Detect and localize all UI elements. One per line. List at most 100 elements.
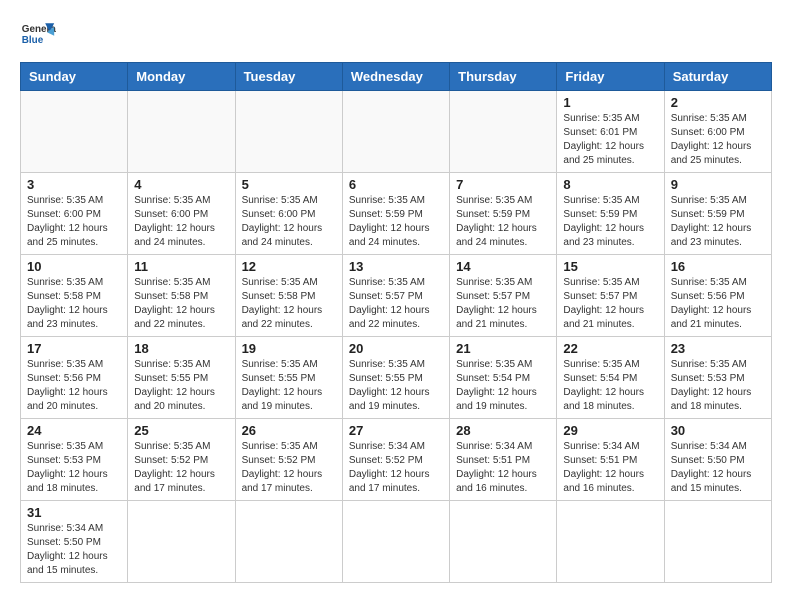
day-number: 15 bbox=[563, 259, 657, 274]
day-number: 31 bbox=[27, 505, 121, 520]
day-number: 20 bbox=[349, 341, 443, 356]
day-info: Sunrise: 5:35 AM Sunset: 6:00 PM Dayligh… bbox=[27, 194, 121, 250]
day-number: 6 bbox=[349, 177, 443, 192]
calendar-cell: 16 Sunrise: 5:35 AM Sunset: 5:56 PM Dayli… bbox=[664, 255, 771, 337]
page-header: General Blue bbox=[20, 16, 772, 52]
day-info: Sunrise: 5:34 AM Sunset: 5:51 PM Dayligh… bbox=[563, 440, 657, 496]
calendar-cell: 20 Sunrise: 5:35 AM Sunset: 5:55 PM Dayli… bbox=[342, 337, 449, 419]
day-number: 27 bbox=[349, 423, 443, 438]
day-number: 26 bbox=[242, 423, 336, 438]
calendar-cell: 23 Sunrise: 5:35 AM Sunset: 5:53 PM Dayli… bbox=[664, 337, 771, 419]
day-number: 21 bbox=[456, 341, 550, 356]
calendar-cell bbox=[557, 501, 664, 583]
day-info: Sunrise: 5:34 AM Sunset: 5:50 PM Dayligh… bbox=[27, 522, 121, 578]
day-info: Sunrise: 5:35 AM Sunset: 5:52 PM Dayligh… bbox=[134, 440, 228, 496]
day-number: 14 bbox=[456, 259, 550, 274]
day-number: 8 bbox=[563, 177, 657, 192]
calendar-cell: 9Sunrise: 5:35 AM Sunset: 5:59 PM Daylig… bbox=[664, 173, 771, 255]
day-info: Sunrise: 5:35 AM Sunset: 5:55 PM Dayligh… bbox=[349, 358, 443, 414]
calendar-week-row: 24Sunrise: 5:35 AM Sunset: 5:53 PM Dayli… bbox=[21, 419, 772, 501]
day-number: 18 bbox=[134, 341, 228, 356]
day-number: 3 bbox=[27, 177, 121, 192]
day-info: Sunrise: 5:35 AM Sunset: 5:53 PM Dayligh… bbox=[27, 440, 121, 496]
day-info: Sunrise: 5:35 AM Sunset: 5:56 PM Dayligh… bbox=[671, 276, 765, 332]
day-number: 5 bbox=[242, 177, 336, 192]
calendar-cell: 1 Sunrise: 5:35 AM Sunset: 6:01 PM Daylig… bbox=[557, 91, 664, 173]
calendar-cell bbox=[450, 91, 557, 173]
calendar-cell: 28 Sunrise: 5:34 AM Sunset: 5:51 PM Dayli… bbox=[450, 419, 557, 501]
day-info: Sunrise: 5:35 AM Sunset: 5:59 PM Dayligh… bbox=[563, 194, 657, 250]
day-number: 4 bbox=[134, 177, 228, 192]
day-info: Sunrise: 5:35 AM Sunset: 5:58 PM Dayligh… bbox=[242, 276, 336, 332]
calendar-cell: 17Sunrise: 5:35 AM Sunset: 5:56 PM Dayli… bbox=[21, 337, 128, 419]
day-info: Sunrise: 5:35 AM Sunset: 5:57 PM Dayligh… bbox=[563, 276, 657, 332]
calendar-cell bbox=[450, 501, 557, 583]
col-header-saturday: Saturday bbox=[664, 63, 771, 91]
day-number: 25 bbox=[134, 423, 228, 438]
day-info: Sunrise: 5:35 AM Sunset: 5:55 PM Dayligh… bbox=[134, 358, 228, 414]
day-info: Sunrise: 5:35 AM Sunset: 5:59 PM Dayligh… bbox=[349, 194, 443, 250]
day-number: 16 bbox=[671, 259, 765, 274]
col-header-monday: Monday bbox=[128, 63, 235, 91]
calendar-cell: 26 Sunrise: 5:35 AM Sunset: 5:52 PM Dayli… bbox=[235, 419, 342, 501]
day-info: Sunrise: 5:35 AM Sunset: 5:57 PM Dayligh… bbox=[349, 276, 443, 332]
day-number: 22 bbox=[563, 341, 657, 356]
day-info: Sunrise: 5:35 AM Sunset: 5:53 PM Dayligh… bbox=[671, 358, 765, 414]
calendar-cell bbox=[21, 91, 128, 173]
calendar-cell: 21 Sunrise: 5:35 AM Sunset: 5:54 PM Dayli… bbox=[450, 337, 557, 419]
col-header-tuesday: Tuesday bbox=[235, 63, 342, 91]
day-number: 23 bbox=[671, 341, 765, 356]
calendar-cell bbox=[342, 91, 449, 173]
calendar-week-row: 17Sunrise: 5:35 AM Sunset: 5:56 PM Dayli… bbox=[21, 337, 772, 419]
day-number: 12 bbox=[242, 259, 336, 274]
calendar-week-row: 31 Sunrise: 5:34 AM Sunset: 5:50 PM Dayli… bbox=[21, 501, 772, 583]
calendar-table: SundayMondayTuesdayWednesdayThursdayFrid… bbox=[20, 62, 772, 583]
calendar-cell: 30Sunrise: 5:34 AM Sunset: 5:50 PM Dayli… bbox=[664, 419, 771, 501]
day-info: Sunrise: 5:34 AM Sunset: 5:52 PM Dayligh… bbox=[349, 440, 443, 496]
calendar-cell: 10Sunrise: 5:35 AM Sunset: 5:58 PM Dayli… bbox=[21, 255, 128, 337]
calendar-cell: 11 Sunrise: 5:35 AM Sunset: 5:58 PM Dayli… bbox=[128, 255, 235, 337]
calendar-cell: 29Sunrise: 5:34 AM Sunset: 5:51 PM Dayli… bbox=[557, 419, 664, 501]
calendar-cell: 6 Sunrise: 5:35 AM Sunset: 5:59 PM Daylig… bbox=[342, 173, 449, 255]
calendar-week-row: 10 Sunrise: 5:35 AM Sunset: 5:58 PM Dayli… bbox=[21, 255, 772, 337]
day-number: 11 bbox=[134, 259, 228, 274]
calendar-week-row: 3 Sunrise: 5:35 AM Sunset: 6:00 PM Daylig… bbox=[21, 173, 772, 255]
day-number: 10 bbox=[27, 259, 121, 274]
day-number: 9 bbox=[671, 177, 765, 192]
col-header-wednesday: Wednesday bbox=[342, 63, 449, 91]
calendar-cell: 14Sunrise: 5:35 AM Sunset: 5:57 PM Dayli… bbox=[450, 255, 557, 337]
day-number: 13 bbox=[349, 259, 443, 274]
calendar-cell: 13 Sunrise: 5:35 AM Sunset: 5:57 PM Dayli… bbox=[342, 255, 449, 337]
calendar-cell: 18 Sunrise: 5:35 AM Sunset: 5:55 PM Dayli… bbox=[128, 337, 235, 419]
day-number: 1 bbox=[563, 95, 657, 110]
calendar-cell: 8 Sunrise: 5:35 AM Sunset: 5:59 PM Daylig… bbox=[557, 173, 664, 255]
day-number: 30 bbox=[671, 423, 765, 438]
calendar-cell: 25 Sunrise: 5:35 AM Sunset: 5:52 PM Dayli… bbox=[128, 419, 235, 501]
calendar-cell: 7Sunrise: 5:35 AM Sunset: 5:59 PM Daylig… bbox=[450, 173, 557, 255]
day-info: Sunrise: 5:35 AM Sunset: 5:58 PM Dayligh… bbox=[134, 276, 228, 332]
svg-text:Blue: Blue bbox=[22, 35, 44, 46]
calendar-cell: 5 Sunrise: 5:35 AM Sunset: 6:00 PM Daylig… bbox=[235, 173, 342, 255]
calendar-cell: 4 Sunrise: 5:35 AM Sunset: 6:00 PM Daylig… bbox=[128, 173, 235, 255]
calendar-cell: 27 Sunrise: 5:34 AM Sunset: 5:52 PM Dayli… bbox=[342, 419, 449, 501]
day-info: Sunrise: 5:35 AM Sunset: 6:01 PM Dayligh… bbox=[563, 112, 657, 168]
day-info: Sunrise: 5:35 AM Sunset: 6:00 PM Dayligh… bbox=[134, 194, 228, 250]
day-info: Sunrise: 5:35 AM Sunset: 6:00 PM Dayligh… bbox=[242, 194, 336, 250]
day-number: 28 bbox=[456, 423, 550, 438]
calendar-week-row: 1 Sunrise: 5:35 AM Sunset: 6:01 PM Daylig… bbox=[21, 91, 772, 173]
calendar-header-row: SundayMondayTuesdayWednesdayThursdayFrid… bbox=[21, 63, 772, 91]
day-number: 17 bbox=[27, 341, 121, 356]
col-header-thursday: Thursday bbox=[450, 63, 557, 91]
day-info: Sunrise: 5:34 AM Sunset: 5:51 PM Dayligh… bbox=[456, 440, 550, 496]
logo-area: General Blue bbox=[20, 16, 56, 52]
day-info: Sunrise: 5:35 AM Sunset: 5:54 PM Dayligh… bbox=[456, 358, 550, 414]
day-info: Sunrise: 5:35 AM Sunset: 5:52 PM Dayligh… bbox=[242, 440, 336, 496]
day-number: 2 bbox=[671, 95, 765, 110]
day-info: Sunrise: 5:35 AM Sunset: 5:59 PM Dayligh… bbox=[456, 194, 550, 250]
calendar-cell: 22 Sunrise: 5:35 AM Sunset: 5:54 PM Dayli… bbox=[557, 337, 664, 419]
day-info: Sunrise: 5:35 AM Sunset: 5:54 PM Dayligh… bbox=[563, 358, 657, 414]
day-info: Sunrise: 5:35 AM Sunset: 5:55 PM Dayligh… bbox=[242, 358, 336, 414]
calendar-cell bbox=[128, 501, 235, 583]
calendar-cell bbox=[664, 501, 771, 583]
calendar-cell: 24Sunrise: 5:35 AM Sunset: 5:53 PM Dayli… bbox=[21, 419, 128, 501]
